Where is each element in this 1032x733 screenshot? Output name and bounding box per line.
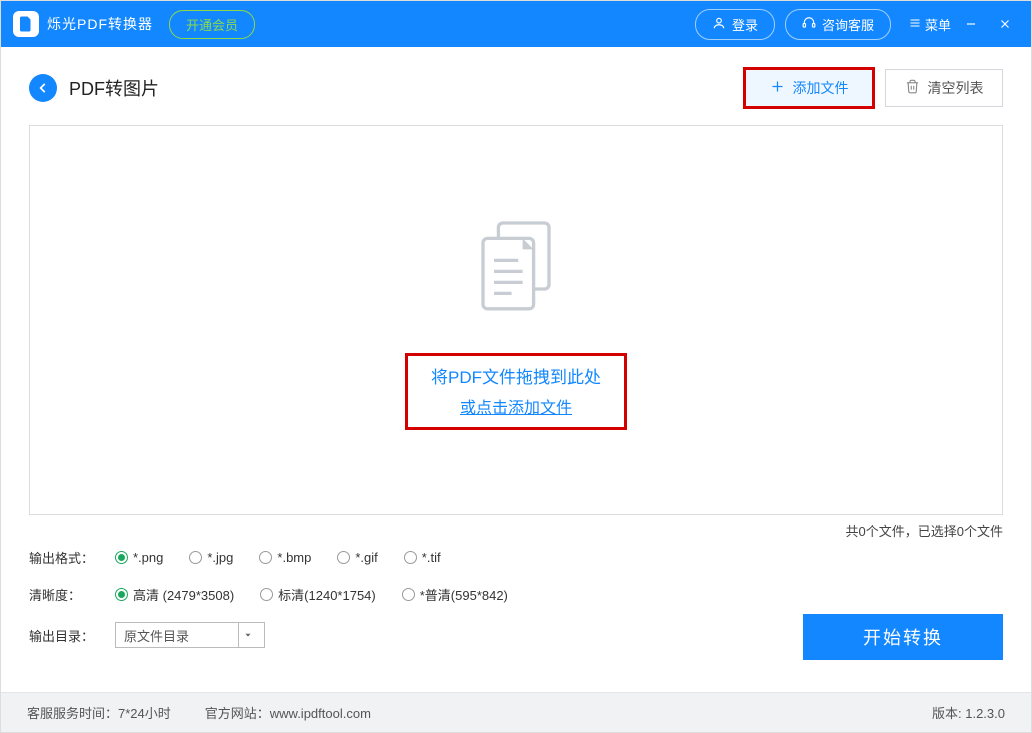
plus-icon [770, 79, 785, 97]
format-option-label: *.jpg [207, 550, 233, 565]
version-label: 版本: 1.2.3.0 [932, 703, 1005, 722]
page-title: PDF转图片 [69, 75, 159, 101]
quality-option-label: 高清 (2479*3508) [133, 585, 234, 604]
radio-icon [115, 588, 128, 601]
content-area: PDF转图片 添加文件 清空列表 [1, 47, 1031, 692]
radio-icon [402, 588, 415, 601]
format-option-label: *.bmp [277, 550, 311, 565]
quality-option-label: 标清(1240*1754) [278, 585, 376, 604]
format-option-0[interactable]: *.png [115, 550, 163, 565]
options-panel: 输出格式： *.png *.jpg *.bmp *.gif *.tif 清晰度： 高清 … [29, 540, 1003, 660]
hamburger-icon [909, 17, 921, 32]
output-format-row: 输出格式： *.png *.jpg *.bmp *.gif *.tif [29, 548, 1003, 567]
quality-row: 清晰度： 高清 (2479*3508) 标清(1240*1754) *普清(595*… [29, 585, 1003, 604]
login-label: 登录 [732, 15, 758, 34]
dropzone[interactable]: 将PDF文件拖拽到此处 或点击添加文件 [29, 125, 1003, 515]
app-logo-icon [13, 11, 39, 37]
radio-icon [404, 551, 417, 564]
format-option-3[interactable]: *.gif [337, 550, 377, 565]
format-option-label: *.gif [355, 550, 377, 565]
file-count-status: 共0个文件，已选择0个文件 [29, 521, 1003, 540]
service-hours: 客服服务时间：7*24小时 [27, 703, 171, 722]
minimize-button[interactable] [957, 10, 985, 38]
start-convert-button[interactable]: 开始转换 [803, 614, 1003, 660]
quality-radio-group: 高清 (2479*3508) 标清(1240*1754) *普清(595*842) [115, 585, 508, 604]
app-name: 烁光PDF转换器 [47, 14, 153, 34]
format-radio-group: *.png *.jpg *.bmp *.gif *.tif [115, 550, 441, 565]
add-file-button[interactable]: 添加文件 [745, 69, 873, 107]
quality-option-0[interactable]: 高清 (2479*3508) [115, 585, 234, 604]
membership-button[interactable]: 开通会员 [169, 10, 255, 39]
format-option-label: *.tif [422, 550, 441, 565]
trash-icon [905, 79, 920, 97]
dropzone-text-block[interactable]: 将PDF文件拖拽到此处 或点击添加文件 [407, 355, 625, 428]
login-button[interactable]: 登录 [695, 9, 775, 40]
dropzone-link[interactable]: 或点击添加文件 [431, 394, 601, 418]
support-button[interactable]: 咨询客服 [785, 9, 891, 40]
add-file-label: 添加文件 [793, 78, 849, 98]
footer: 客服服务时间：7*24小时 官方网站：www.ipdftool.com 版本: … [1, 692, 1031, 732]
radio-icon [189, 551, 202, 564]
format-option-2[interactable]: *.bmp [259, 550, 311, 565]
clear-list-label: 清空列表 [928, 78, 984, 98]
format-option-1[interactable]: *.jpg [189, 550, 233, 565]
back-button[interactable] [29, 74, 57, 102]
app-window: 烁光PDF转换器 开通会员 登录 咨询客服 菜单 [0, 0, 1032, 733]
quality-label: 清晰度： [29, 585, 115, 604]
format-option-4[interactable]: *.tif [404, 550, 441, 565]
quality-option-label: *普清(595*842) [420, 585, 508, 604]
dropzone-instruction: 将PDF文件拖拽到此处 [431, 363, 601, 388]
output-format-label: 输出格式： [29, 548, 115, 567]
chevron-down-icon [238, 623, 256, 647]
output-dir-value: 原文件目录 [124, 626, 189, 645]
quality-option-1[interactable]: 标清(1240*1754) [260, 585, 376, 604]
radio-icon [260, 588, 273, 601]
output-dir-label: 输出目录： [29, 626, 115, 645]
official-site: 官方网站：www.ipdftool.com [205, 703, 371, 722]
user-icon [712, 16, 726, 33]
titlebar: 烁光PDF转换器 开通会员 登录 咨询客服 菜单 [1, 1, 1031, 47]
radio-icon [115, 551, 128, 564]
support-label: 咨询客服 [822, 15, 874, 34]
radio-icon [259, 551, 272, 564]
menu-label: 菜单 [925, 15, 951, 34]
output-dir-select[interactable]: 原文件目录 [115, 622, 265, 648]
page-header: PDF转图片 添加文件 清空列表 [29, 69, 1003, 107]
clear-list-button[interactable]: 清空列表 [885, 69, 1003, 107]
quality-option-2[interactable]: *普清(595*842) [402, 585, 508, 604]
radio-icon [337, 551, 350, 564]
format-option-label: *.png [133, 550, 163, 565]
documents-icon [461, 212, 571, 327]
headset-icon [802, 16, 816, 33]
close-button[interactable] [991, 10, 1019, 38]
menu-button[interactable]: 菜单 [909, 15, 951, 34]
